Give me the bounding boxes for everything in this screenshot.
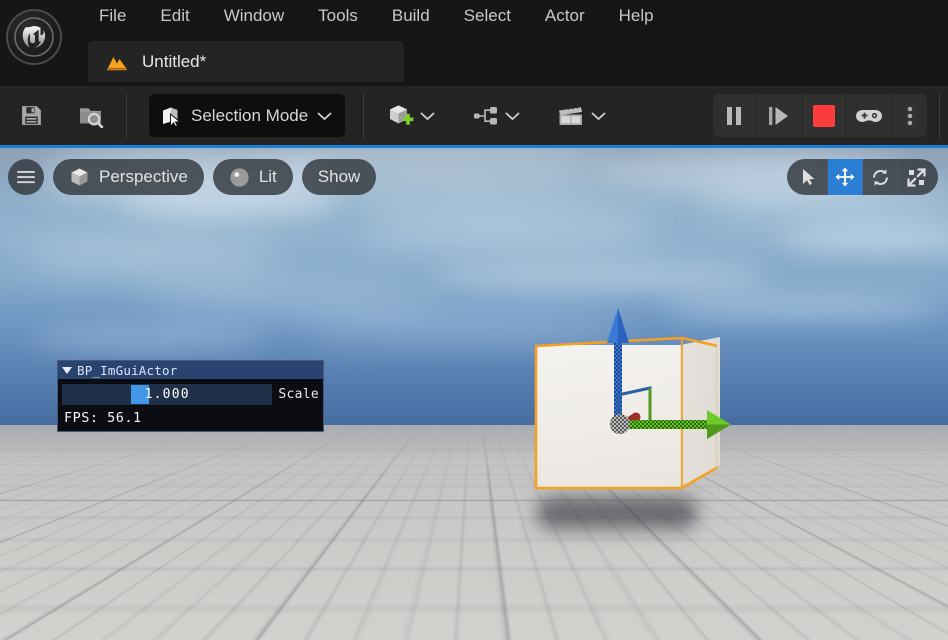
toolbar-separator-3 <box>939 93 940 138</box>
imgui-title-bar[interactable]: BP_ImGuiActor <box>58 361 323 379</box>
show-flags-label: Show <box>317 167 361 186</box>
menu-item-actor[interactable]: Actor <box>528 0 602 32</box>
selection-mode-icon <box>163 107 181 127</box>
scale-icon <box>906 167 926 187</box>
blueprints-icon <box>474 106 498 124</box>
stop-button[interactable] <box>803 94 846 137</box>
add-actor-icon <box>390 105 414 125</box>
view-mode-button[interactable]: Lit <box>212 159 293 195</box>
viewport-menu-button[interactable] <box>8 159 44 195</box>
lighting-sphere-icon <box>230 168 249 186</box>
imgui-window-title: BP_ImGuiActor <box>77 362 178 378</box>
more-options-button[interactable] <box>893 94 927 137</box>
ground-distance-haze <box>0 425 948 487</box>
add-actor-dropdown[interactable] <box>380 95 442 137</box>
gizmo-x-axis <box>628 420 712 429</box>
viewport-toolbar-left: Perspective Lit Show <box>8 159 377 195</box>
menu-item-help[interactable]: Help <box>602 0 671 32</box>
triangle-down-icon[interactable] <box>62 366 72 374</box>
toolbar-separator-1 <box>126 93 127 138</box>
gizmo-translate-button[interactable] <box>828 159 863 195</box>
menu-item-select[interactable]: Select <box>447 0 528 32</box>
imgui-slider-row: 1.000 Scale <box>62 384 319 405</box>
frame-advance-button[interactable] <box>756 94 803 137</box>
gizmo-scale-button[interactable] <box>898 159 938 195</box>
level-landscape-icon <box>107 56 127 70</box>
selection-mode-dropdown[interactable]: Selection Mode <box>149 94 346 137</box>
imgui-window-body: 1.000 Scale FPS: 56.1 <box>58 379 323 431</box>
menu-item-edit[interactable]: Edit <box>143 0 206 32</box>
chevron-down-icon <box>317 112 332 120</box>
scale-slider[interactable]: 1.000 <box>62 384 273 405</box>
hamburger-menu-icon <box>17 171 35 184</box>
ground-grid <box>0 425 948 640</box>
frame-advance-icon <box>769 106 788 125</box>
scale-slider-label: Scale <box>278 387 319 402</box>
viewport-gizmo-toolbar <box>787 159 938 195</box>
cursor-arrow-icon <box>803 169 815 185</box>
chevron-down-icon <box>505 112 520 120</box>
viewport-active-indicator <box>0 145 948 148</box>
more-options-icon <box>907 106 913 125</box>
translate-gizmo[interactable] <box>532 305 732 505</box>
cinematics-clapperboard-icon <box>559 104 583 125</box>
menu-bar: File Edit Window Tools Build Select Acto… <box>0 0 948 86</box>
menu-item-file[interactable]: File <box>82 0 143 32</box>
browse-content-button[interactable] <box>68 95 114 137</box>
chevron-down-icon <box>420 112 435 120</box>
play-controls <box>713 94 927 137</box>
camera-mode-button[interactable]: Perspective <box>53 159 204 195</box>
menu-item-window[interactable]: Window <box>207 0 301 32</box>
pause-button[interactable] <box>713 94 756 137</box>
fps-readout: FPS: 56.1 <box>64 410 142 426</box>
cinematics-dropdown[interactable] <box>549 95 613 137</box>
menu-item-build[interactable]: Build <box>375 0 447 32</box>
menu-item-tools[interactable]: Tools <box>301 0 375 32</box>
chevron-down-icon <box>591 112 606 120</box>
possess-eject-button[interactable] <box>846 94 893 137</box>
scale-slider-value: 1.000 <box>144 387 190 402</box>
tab-strip: Untitled* <box>0 41 948 86</box>
tab-label: Untitled* <box>142 51 207 71</box>
menu-items: File Edit Window Tools Build Select Acto… <box>82 0 671 32</box>
rotate-icon <box>872 168 888 186</box>
camera-mode-label: Perspective <box>99 167 188 186</box>
save-icon <box>21 106 41 125</box>
unreal-editor-window: File Edit Window Tools Build Select Acto… <box>0 0 948 640</box>
toolbar-separator-2 <box>363 93 365 138</box>
browse-content-icon <box>79 108 103 128</box>
view-mode-label: Lit <box>258 167 277 186</box>
perspective-cube-icon <box>71 168 88 185</box>
imgui-debug-window[interactable]: BP_ImGuiActor 1.000 Scale FPS: 56.1 <box>57 360 324 432</box>
selection-mode-label: Selection Mode <box>191 105 309 125</box>
main-toolbar: Selection Mode <box>0 86 948 145</box>
gizmo-center-handle <box>610 414 630 434</box>
tab-untitled-level[interactable]: Untitled* <box>88 41 404 82</box>
move-arrows-icon <box>835 167 855 187</box>
pause-icon <box>727 106 741 125</box>
level-viewport[interactable]: BP_ImGuiActor 1.000 Scale FPS: 56.1 Pers… <box>0 145 948 640</box>
stop-icon <box>813 104 835 127</box>
save-button[interactable] <box>8 95 54 137</box>
show-flags-button[interactable]: Show <box>301 159 377 195</box>
gamepad-eject-icon <box>856 109 882 122</box>
gizmo-select-button[interactable] <box>787 159 828 195</box>
blueprints-dropdown[interactable] <box>466 95 527 137</box>
gizmo-rotate-button[interactable] <box>863 159 898 195</box>
